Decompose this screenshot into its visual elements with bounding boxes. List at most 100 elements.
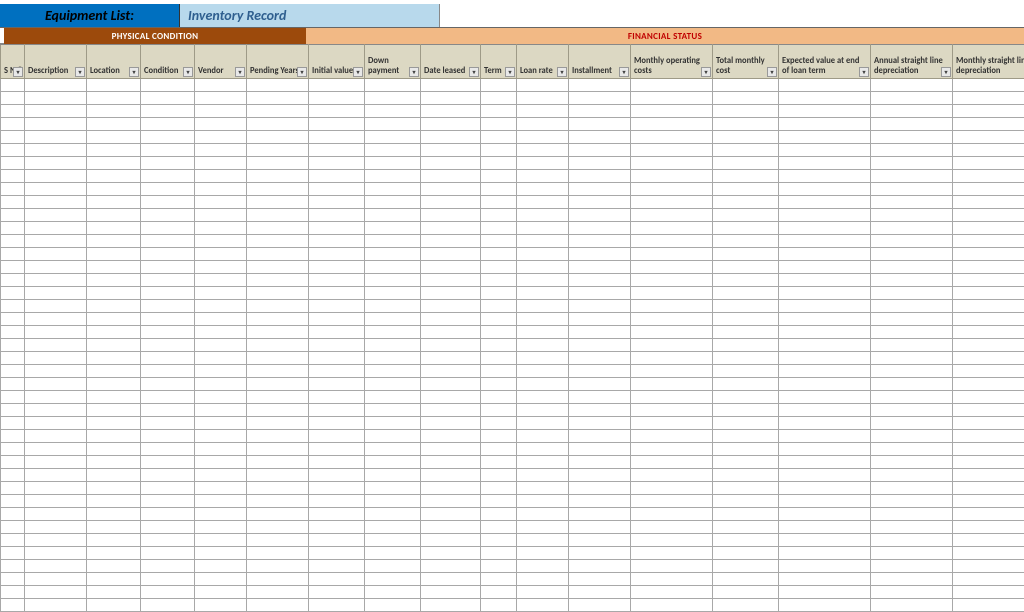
cell-ev[interactable] (779, 209, 871, 222)
cell-asd[interactable] (871, 417, 953, 430)
column-header-tmc[interactable]: Total monthly cost▾ (713, 45, 779, 79)
cell-mop[interactable] (631, 534, 713, 547)
cell-msd[interactable] (953, 378, 1024, 391)
cell-sn[interactable] (1, 131, 25, 144)
cell-pend[interactable] (247, 586, 309, 599)
cell-vend[interactable] (195, 521, 247, 534)
cell-sn[interactable] (1, 365, 25, 378)
cell-init[interactable] (309, 261, 365, 274)
cell-pend[interactable] (247, 131, 309, 144)
cell-down[interactable] (365, 300, 421, 313)
cell-loc[interactable] (87, 469, 141, 482)
column-header-cond[interactable]: Condition▾ (141, 45, 195, 79)
cell-cond[interactable] (141, 196, 195, 209)
cell-term[interactable] (481, 352, 517, 365)
cell-desc[interactable] (25, 326, 87, 339)
cell-desc[interactable] (25, 534, 87, 547)
cell-date[interactable] (421, 313, 481, 326)
cell-cond[interactable] (141, 534, 195, 547)
cell-pend[interactable] (247, 469, 309, 482)
cell-loc[interactable] (87, 105, 141, 118)
cell-mop[interactable] (631, 495, 713, 508)
cell-sn[interactable] (1, 443, 25, 456)
cell-loan[interactable] (517, 586, 569, 599)
cell-down[interactable] (365, 508, 421, 521)
cell-loc[interactable] (87, 586, 141, 599)
cell-sn[interactable] (1, 183, 25, 196)
cell-desc[interactable] (25, 287, 87, 300)
cell-inst[interactable] (569, 417, 631, 430)
cell-inst[interactable] (569, 92, 631, 105)
cell-loc[interactable] (87, 443, 141, 456)
cell-loc[interactable] (87, 235, 141, 248)
filter-dropdown-icon[interactable]: ▾ (941, 67, 951, 77)
cell-pend[interactable] (247, 235, 309, 248)
cell-down[interactable] (365, 170, 421, 183)
cell-down[interactable] (365, 209, 421, 222)
cell-vend[interactable] (195, 144, 247, 157)
cell-cond[interactable] (141, 300, 195, 313)
cell-msd[interactable] (953, 404, 1024, 417)
cell-sn[interactable] (1, 456, 25, 469)
cell-inst[interactable] (569, 157, 631, 170)
cell-term[interactable] (481, 508, 517, 521)
cell-sn[interactable] (1, 521, 25, 534)
cell-pend[interactable] (247, 534, 309, 547)
cell-loc[interactable] (87, 391, 141, 404)
cell-inst[interactable] (569, 222, 631, 235)
cell-inst[interactable] (569, 404, 631, 417)
cell-loan[interactable] (517, 599, 569, 612)
cell-init[interactable] (309, 248, 365, 261)
cell-loc[interactable] (87, 417, 141, 430)
cell-tmc[interactable] (713, 352, 779, 365)
cell-tmc[interactable] (713, 508, 779, 521)
cell-inst[interactable] (569, 495, 631, 508)
cell-ev[interactable] (779, 170, 871, 183)
cell-cond[interactable] (141, 495, 195, 508)
cell-desc[interactable] (25, 339, 87, 352)
cell-loc[interactable] (87, 456, 141, 469)
cell-down[interactable] (365, 313, 421, 326)
cell-pend[interactable] (247, 352, 309, 365)
cell-init[interactable] (309, 222, 365, 235)
cell-inst[interactable] (569, 209, 631, 222)
column-header-date[interactable]: Date leased▾ (421, 45, 481, 79)
cell-loc[interactable] (87, 313, 141, 326)
cell-vend[interactable] (195, 183, 247, 196)
cell-date[interactable] (421, 560, 481, 573)
cell-desc[interactable] (25, 404, 87, 417)
cell-term[interactable] (481, 495, 517, 508)
cell-date[interactable] (421, 222, 481, 235)
cell-msd[interactable] (953, 339, 1024, 352)
cell-mop[interactable] (631, 508, 713, 521)
cell-desc[interactable] (25, 521, 87, 534)
cell-init[interactable] (309, 118, 365, 131)
cell-vend[interactable] (195, 430, 247, 443)
cell-loc[interactable] (87, 404, 141, 417)
cell-loc[interactable] (87, 365, 141, 378)
cell-sn[interactable] (1, 482, 25, 495)
cell-vend[interactable] (195, 534, 247, 547)
cell-mop[interactable] (631, 274, 713, 287)
cell-term[interactable] (481, 79, 517, 92)
cell-mop[interactable] (631, 586, 713, 599)
cell-tmc[interactable] (713, 313, 779, 326)
cell-pend[interactable] (247, 404, 309, 417)
cell-down[interactable] (365, 118, 421, 131)
cell-cond[interactable] (141, 287, 195, 300)
cell-loan[interactable] (517, 560, 569, 573)
cell-pend[interactable] (247, 261, 309, 274)
cell-sn[interactable] (1, 144, 25, 157)
cell-tmc[interactable] (713, 339, 779, 352)
cell-init[interactable] (309, 287, 365, 300)
cell-loan[interactable] (517, 365, 569, 378)
cell-date[interactable] (421, 586, 481, 599)
cell-sn[interactable] (1, 417, 25, 430)
cell-loc[interactable] (87, 196, 141, 209)
cell-cond[interactable] (141, 274, 195, 287)
cell-tmc[interactable] (713, 144, 779, 157)
cell-loc[interactable] (87, 430, 141, 443)
cell-loc[interactable] (87, 79, 141, 92)
cell-asd[interactable] (871, 456, 953, 469)
cell-ev[interactable] (779, 131, 871, 144)
